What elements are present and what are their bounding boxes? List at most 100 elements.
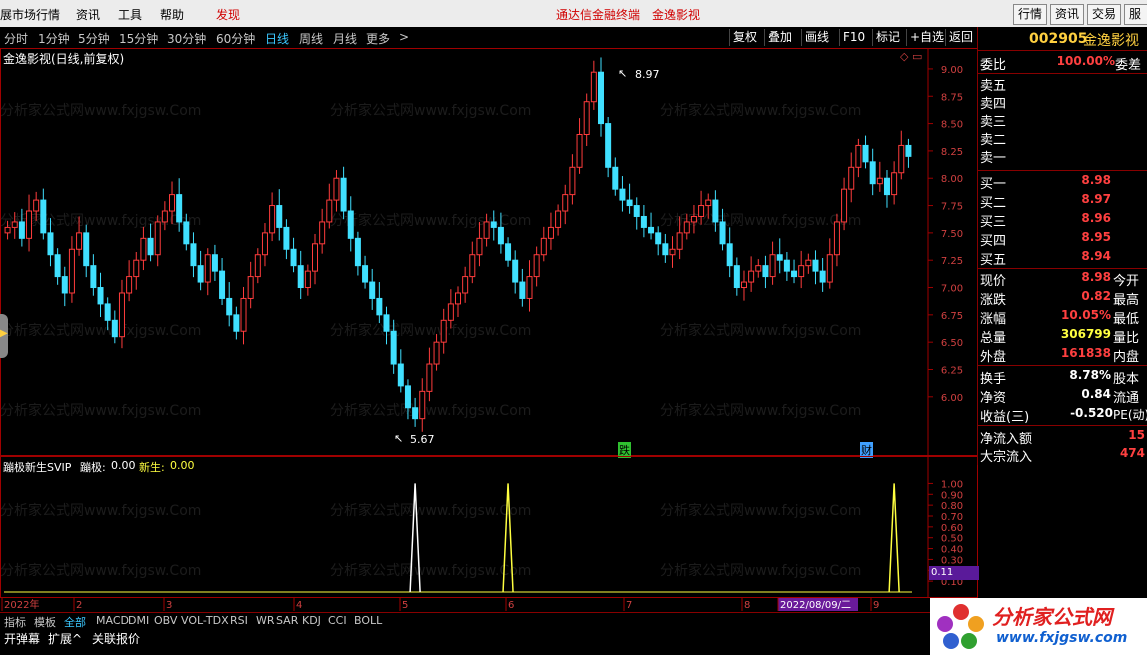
candle bbox=[447, 289, 454, 329]
chevron-right-icon[interactable]: > bbox=[399, 30, 409, 44]
mark-button[interactable]: 标记 bbox=[872, 29, 903, 46]
side-collapse-handle[interactable]: ▶ bbox=[0, 314, 8, 358]
tab-cci[interactable]: CCI bbox=[328, 614, 347, 627]
menu-news[interactable]: 资讯 bbox=[76, 6, 100, 23]
tab-rsi[interactable]: RSI bbox=[230, 614, 248, 627]
candle bbox=[97, 272, 104, 318]
tab-macd[interactable]: MACD bbox=[96, 614, 129, 627]
trade-button[interactable]: 交易 bbox=[1087, 4, 1122, 25]
candle bbox=[690, 205, 697, 234]
sell-label: 卖四 bbox=[980, 97, 1007, 112]
period-intraday[interactable]: 分时 bbox=[4, 30, 28, 47]
tab-vol-tdx[interactable]: VOL-TDX bbox=[181, 614, 229, 627]
candle bbox=[848, 152, 855, 203]
candle bbox=[61, 266, 68, 307]
candle bbox=[340, 166, 347, 220]
candle-body bbox=[505, 243, 512, 261]
candle-body bbox=[640, 215, 647, 228]
candle bbox=[90, 254, 97, 296]
draw-button[interactable]: 画线 bbox=[801, 29, 832, 46]
candle bbox=[426, 347, 433, 402]
back-button[interactable]: 返回 bbox=[945, 29, 976, 46]
add-watchlist-button[interactable]: +自选 bbox=[906, 29, 947, 46]
f10-button[interactable]: F10 bbox=[839, 29, 868, 46]
tab-all[interactable]: 全部 bbox=[64, 614, 86, 630]
sell-row: 卖一 bbox=[977, 147, 1147, 166]
menu-market[interactable]: 展市场行情 bbox=[0, 6, 60, 23]
tab-template[interactable]: 模板 bbox=[34, 614, 56, 630]
candle-body bbox=[869, 161, 876, 185]
period-more[interactable]: 更多 bbox=[366, 30, 390, 47]
flow-row: 大宗流入 474 bbox=[977, 446, 1147, 465]
period-60min[interactable]: 60分钟 bbox=[216, 30, 255, 47]
candle-body bbox=[340, 177, 347, 212]
price-axis-label: 7.50 bbox=[941, 229, 963, 240]
candlestick-chart[interactable]: 6.00 6.25 6.50 6.75 7.00 7.25 7.50 7.75 8.00 8.25… bbox=[0, 48, 978, 456]
candle bbox=[883, 170, 890, 208]
stat-label: 总量 bbox=[980, 331, 1007, 346]
period-monthly[interactable]: 月线 bbox=[333, 30, 357, 47]
period-1min[interactable]: 1分钟 bbox=[38, 30, 70, 47]
candle bbox=[719, 208, 726, 251]
candle-body bbox=[261, 232, 268, 256]
candle bbox=[333, 170, 340, 212]
overlay-button[interactable]: 叠加 bbox=[764, 29, 795, 46]
stat-value: 0.82 bbox=[1081, 289, 1111, 303]
candle-body bbox=[426, 363, 433, 392]
danmaku-toggle[interactable]: 开弹幕 bbox=[4, 630, 40, 647]
candle-body bbox=[569, 166, 576, 196]
adjust-button[interactable]: 复权 bbox=[729, 29, 760, 46]
candle bbox=[783, 252, 790, 281]
indicator-chart[interactable]: 0.100.200.300.400.500.600.700.800.901.00 bbox=[0, 456, 978, 598]
period-weekly[interactable]: 周线 bbox=[299, 30, 323, 47]
candle-body bbox=[512, 259, 519, 283]
date-axis-label: 8 bbox=[744, 600, 750, 611]
menu-discover[interactable]: 发现 bbox=[216, 6, 240, 23]
candle-body bbox=[390, 330, 397, 365]
tab-indicator[interactable]: 指标 bbox=[4, 614, 26, 630]
period-30min[interactable]: 30分钟 bbox=[167, 30, 206, 47]
period-5min[interactable]: 5分钟 bbox=[78, 30, 110, 47]
tab-sar[interactable]: SAR bbox=[276, 614, 298, 627]
candle-body bbox=[876, 177, 883, 185]
candle-body bbox=[676, 232, 683, 250]
related-quotes-button[interactable]: 关联报价 bbox=[92, 630, 140, 647]
tab-kdj[interactable]: KDJ bbox=[302, 614, 321, 627]
buy-row: 买四 8.95 bbox=[977, 230, 1147, 249]
candle-body bbox=[304, 270, 311, 289]
buy-label: 买一 bbox=[980, 177, 1007, 192]
candle bbox=[869, 148, 876, 196]
menu-tools[interactable]: 工具 bbox=[118, 6, 142, 23]
candle-body bbox=[719, 221, 726, 245]
candle bbox=[240, 286, 247, 345]
candle-body bbox=[290, 248, 297, 267]
candle bbox=[698, 190, 705, 225]
candle bbox=[533, 246, 540, 287]
candle-body bbox=[47, 232, 54, 256]
candle bbox=[669, 236, 676, 268]
quote-button[interactable]: 行情 bbox=[1013, 4, 1048, 25]
sell-row: 卖五 bbox=[977, 75, 1147, 94]
fundamental-right-label: 股本 bbox=[1113, 372, 1140, 387]
menu-help[interactable]: 帮助 bbox=[160, 6, 184, 23]
candle bbox=[805, 253, 812, 274]
tab-obv[interactable]: OBV bbox=[154, 614, 177, 627]
candle bbox=[276, 189, 283, 241]
period-daily[interactable]: 日线 bbox=[265, 30, 289, 47]
candle bbox=[733, 257, 740, 296]
candle bbox=[247, 261, 254, 309]
tab-boll[interactable]: BOLL bbox=[354, 614, 382, 627]
candle bbox=[126, 260, 133, 302]
candle-body bbox=[76, 232, 83, 250]
candle bbox=[841, 177, 848, 231]
news-button[interactable]: 资讯 bbox=[1050, 4, 1085, 25]
candle-body bbox=[383, 314, 390, 332]
candle-body bbox=[683, 221, 690, 234]
candle bbox=[118, 279, 125, 349]
tab-wr[interactable]: WR bbox=[256, 614, 275, 627]
tab-dmi[interactable]: DMI bbox=[128, 614, 149, 627]
buy-price: 8.95 bbox=[1081, 230, 1111, 244]
expand-button[interactable]: 扩展^ bbox=[48, 630, 82, 647]
service-button[interactable]: 服务 bbox=[1124, 4, 1147, 25]
period-15min[interactable]: 15分钟 bbox=[119, 30, 158, 47]
